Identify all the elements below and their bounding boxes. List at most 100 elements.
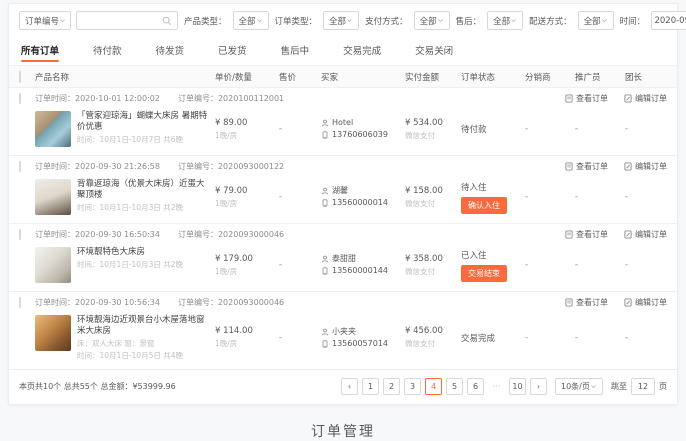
row-checkbox[interactable]: [19, 93, 21, 104]
distributor-value: -: [525, 192, 575, 202]
tab-to-ship[interactable]: 待发货: [154, 36, 187, 65]
view-order-button[interactable]: 查看订单: [565, 93, 608, 104]
tab-pending-payment[interactable]: 待付款: [91, 36, 124, 65]
product-image: [35, 315, 71, 351]
tab-completed[interactable]: 交易完成: [341, 36, 383, 65]
chevron-down-icon: [601, 17, 608, 24]
row-checkbox[interactable]: [19, 229, 21, 240]
chevron-down-icon: [346, 17, 353, 24]
product-meta: 时间：10月1日-10月3日 共2晚: [77, 203, 209, 213]
buyer-name: Hotel: [332, 117, 353, 129]
leader-value: -: [625, 333, 677, 343]
order-row: 订单时间：2020-10-01 12:00:02 订单编号：2020100112…: [9, 87, 677, 155]
tab-aftersale[interactable]: 售后中: [279, 36, 312, 65]
col-distributor: 分销商: [525, 71, 575, 83]
page-button-10[interactable]: 10: [509, 378, 526, 395]
order-status: 待入住: [461, 181, 525, 193]
order-content-row: 环境靓特色大床房 时间：10月1日-10月3日 共2晚 ¥ 179.00 1晚/…: [9, 245, 677, 291]
row-checkbox[interactable]: [19, 161, 21, 172]
search-type-select[interactable]: 订单编号: [19, 11, 71, 30]
edit-order-button[interactable]: 编辑订单: [624, 161, 667, 172]
edit-order-button[interactable]: 编辑订单: [624, 93, 667, 104]
col-promoter: 推广员: [575, 71, 625, 83]
promoter-value: -: [575, 192, 625, 202]
buyer-name: 湖馨: [332, 185, 348, 197]
order-row: 订单时间：2020-09-30 16:50:34 订单编号：2020093000…: [9, 223, 677, 291]
page-button-3[interactable]: 3: [404, 378, 421, 395]
next-page-button[interactable]: ›: [530, 378, 547, 395]
buyer-phone: 13760606039: [332, 129, 388, 141]
tab-closed[interactable]: 交易关闭: [413, 36, 455, 65]
select-all-checkbox[interactable]: [19, 71, 21, 83]
row-checkbox[interactable]: [19, 297, 21, 308]
product-name: 「管家迎琼海」蝴蝶大床房 暑期特价优惠: [77, 111, 209, 133]
filter-label: 配送方式：: [529, 15, 572, 27]
order-number: 订单编号：2020093000122: [178, 161, 284, 172]
status-tabs: 所有订单 待付款 待发货 已发货 售后中 交易完成 交易关闭: [9, 36, 677, 66]
promoter-value: -: [575, 333, 625, 343]
edit-order-button[interactable]: 编辑订单: [624, 297, 667, 308]
page-size-select[interactable]: 10条/页: [555, 378, 603, 395]
select-value: 全部: [493, 15, 510, 27]
search-icon[interactable]: [162, 16, 172, 26]
leader-value: -: [625, 192, 677, 202]
filter-label: 售后：: [456, 15, 482, 27]
unit-price: ¥ 79.00: [215, 186, 279, 196]
jump-page-input[interactable]: [631, 378, 655, 395]
tab-all-orders[interactable]: 所有订单: [19, 36, 61, 65]
table-footer: 本页共10个 总共55个 总金额：¥53999.96 ‹ 1 2 3 4 5 6…: [9, 369, 677, 404]
distributor-value: -: [525, 260, 575, 270]
order-group-header: 订单时间：2020-09-30 10:56:34 订单编号：2020093000…: [9, 292, 677, 313]
buyer-phone: 13560057014: [332, 338, 388, 350]
paid-amount: ¥ 158.00: [405, 186, 461, 196]
phone-icon: [321, 340, 329, 348]
product-meta: 时间：10月1日-10月3日 共2晚: [77, 260, 183, 270]
prev-page-button[interactable]: ‹: [341, 378, 358, 395]
page-button-6[interactable]: 6: [467, 378, 484, 395]
delivery-select[interactable]: 全部: [578, 11, 614, 30]
end-transaction-button[interactable]: 交易结束: [461, 265, 507, 282]
confirm-checkin-button[interactable]: 确认入住: [461, 197, 507, 214]
order-status: 待付款: [461, 123, 525, 135]
chevron-down-icon: [256, 17, 263, 24]
page-button-5[interactable]: 5: [446, 378, 463, 395]
order-number: 订单编号：2020093000046: [178, 229, 284, 240]
col-buyer: 买家: [321, 71, 405, 83]
paid-amount: ¥ 534.00: [405, 118, 461, 128]
date-from-input[interactable]: 2020-09-10: [651, 11, 686, 30]
view-order-icon: [565, 162, 573, 171]
person-icon: [321, 119, 329, 127]
page-ellipsis[interactable]: ···: [488, 378, 505, 395]
sale-price: -: [279, 192, 321, 202]
edit-order-icon: [624, 230, 632, 239]
pay-method: 微信支付: [405, 198, 461, 209]
order-type-select[interactable]: 全部: [323, 11, 359, 30]
aftersale-select[interactable]: 全部: [487, 11, 523, 30]
time-filter-label: 时间：: [620, 15, 646, 27]
view-order-button[interactable]: 查看订单: [565, 161, 608, 172]
edit-order-icon: [624, 94, 632, 103]
unit-price: ¥ 114.00: [215, 326, 279, 336]
order-management-panel: 订单编号 产品类型： 全部 订单类型： 全部 支付方式： 全部 售后： 全部 配…: [8, 3, 678, 405]
paid-amount: ¥ 358.00: [405, 254, 461, 264]
product-meta: 时间：10月1日-10月5日 共4晚: [77, 351, 209, 361]
product-image: [35, 247, 71, 283]
phone-icon: [321, 199, 329, 207]
edit-order-icon: [624, 298, 632, 307]
filter-label: 订单类型：: [275, 15, 318, 27]
page-button-2[interactable]: 2: [383, 378, 400, 395]
page-button-4-active[interactable]: 4: [425, 378, 442, 395]
filter-label: 支付方式：: [365, 15, 408, 27]
col-sale-price: 售价: [279, 71, 321, 83]
pay-method-select[interactable]: 全部: [414, 11, 450, 30]
product-type-select[interactable]: 全部: [233, 11, 269, 30]
unit-price: ¥ 179.00: [215, 254, 279, 264]
tab-shipped[interactable]: 已发货: [216, 36, 249, 65]
view-order-button[interactable]: 查看订单: [565, 297, 608, 308]
page-button-1[interactable]: 1: [362, 378, 379, 395]
select-value: 全部: [420, 15, 437, 27]
view-order-button[interactable]: 查看订单: [565, 229, 608, 240]
table-header: 产品名称 单价/数量 售价 买家 实付金额 订单状态 分销商 推广员 团长: [9, 66, 677, 87]
edit-order-button[interactable]: 编辑订单: [624, 229, 667, 240]
search-input[interactable]: [82, 16, 162, 26]
